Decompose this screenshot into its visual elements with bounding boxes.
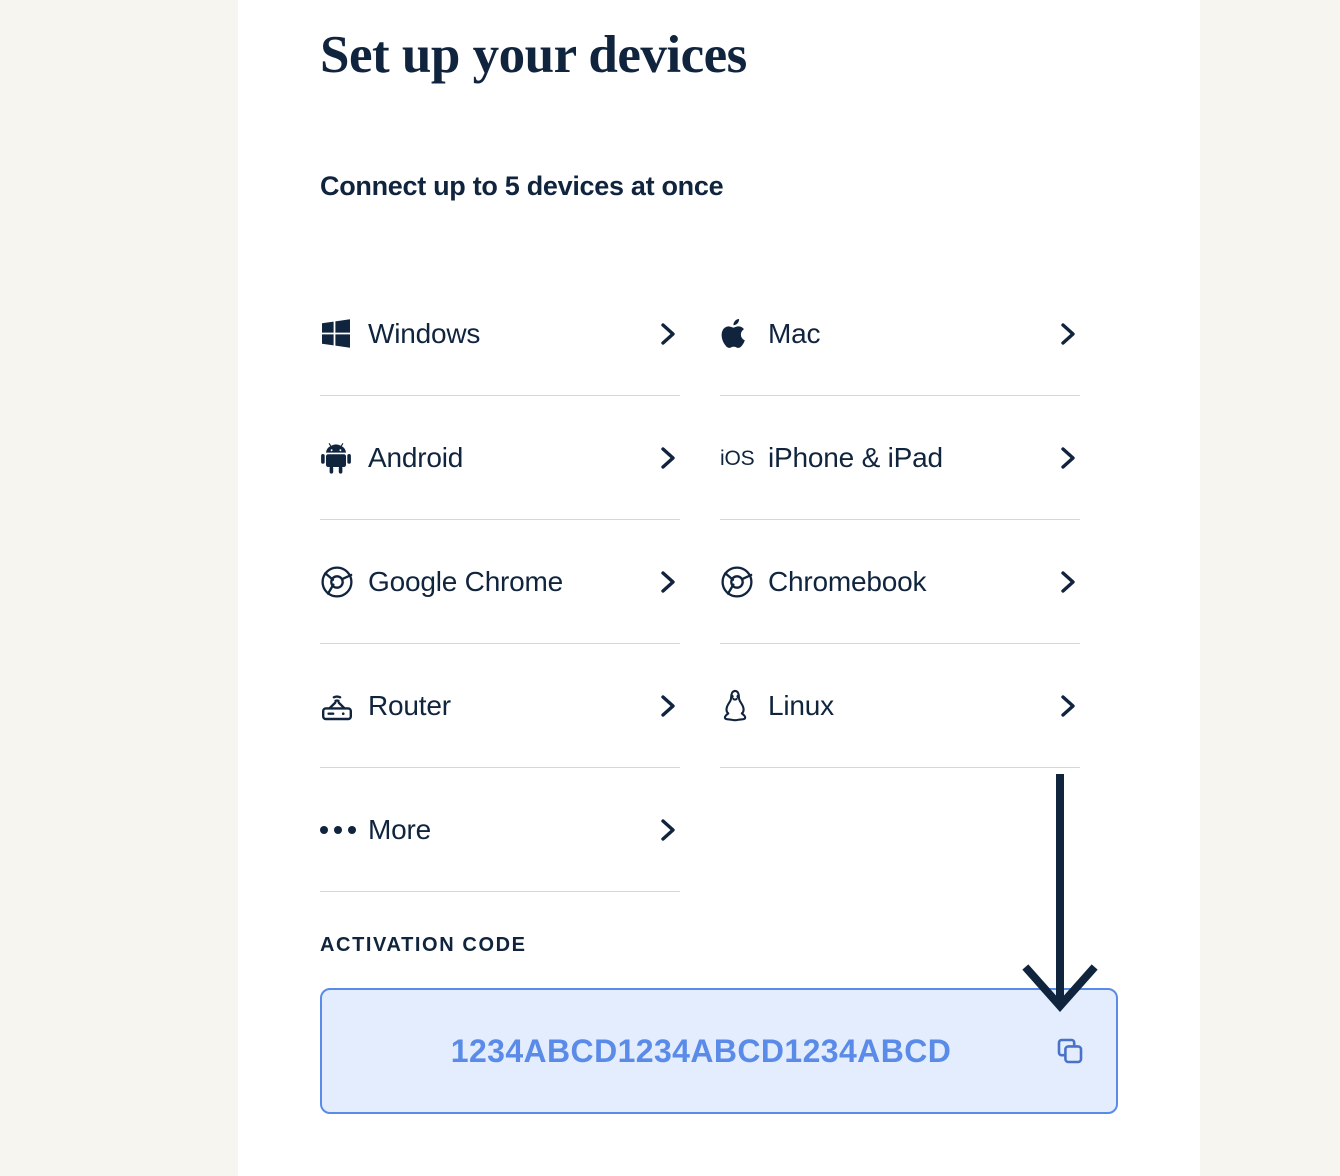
ellipsis-icon — [320, 808, 366, 852]
activation-code-label: ACTIVATION CODE — [320, 934, 527, 956]
device-label: Windows — [368, 318, 481, 349]
chrome-icon — [720, 560, 766, 604]
chevron-right-icon — [646, 318, 680, 350]
section-subtitle: Connect up to 5 devices at once — [320, 171, 724, 201]
router-icon — [320, 684, 366, 728]
chevron-right-icon — [1046, 566, 1080, 598]
chrome-icon — [320, 560, 366, 604]
chevron-right-icon — [646, 566, 680, 598]
chevron-right-icon — [1046, 690, 1080, 722]
device-row-windows[interactable]: Windows — [320, 272, 680, 396]
ios-icon-label: iOS — [720, 446, 755, 470]
windows-icon — [320, 312, 366, 356]
device-label: iPhone & iPad — [768, 442, 943, 473]
device-label: Linux — [768, 690, 834, 721]
device-row-router[interactable]: Router — [320, 644, 680, 768]
android-icon — [320, 436, 366, 480]
device-row-more[interactable]: More — [320, 768, 680, 892]
page-title: Set up your devices — [320, 26, 747, 84]
activation-code-box[interactable]: 1234ABCD1234ABCD1234ABCD — [320, 988, 1118, 1114]
device-row-mac[interactable]: Mac — [720, 272, 1080, 396]
device-label: Mac — [768, 318, 821, 349]
activation-code-value: 1234ABCD1234ABCD1234ABCD — [450, 1032, 952, 1069]
chevron-right-icon — [1046, 318, 1080, 350]
row-divider — [320, 891, 680, 892]
linux-icon — [720, 684, 766, 728]
chevron-right-icon — [646, 814, 680, 846]
row-divider — [720, 767, 1080, 768]
device-label: More — [368, 814, 431, 845]
device-row-chromebook[interactable]: Chromebook — [720, 520, 1080, 644]
device-label: Router — [368, 690, 451, 721]
content-card: Set up your devices Connect up to 5 devi… — [238, 0, 1200, 1176]
device-label: Google Chrome — [368, 566, 564, 597]
device-row-linux[interactable]: Linux — [720, 644, 1080, 768]
copy-icon — [1052, 1033, 1088, 1069]
ios-icon: iOS — [720, 436, 766, 480]
device-label: Android — [368, 442, 464, 473]
apple-icon — [720, 312, 766, 356]
device-row-iphone-ipad[interactable]: iOS iPhone & iPad — [720, 396, 1080, 520]
chevron-right-icon — [1046, 442, 1080, 474]
chevron-right-icon — [646, 442, 680, 474]
chevron-right-icon — [646, 690, 680, 722]
device-row-android[interactable]: Android — [320, 396, 680, 520]
device-label: Chromebook — [768, 566, 927, 597]
device-row-google-chrome[interactable]: Google Chrome — [320, 520, 680, 644]
copy-button[interactable] — [1024, 990, 1116, 1112]
device-grid: Windows Android Google Chrome Router Mor… — [320, 272, 1120, 892]
page-root: Set up your devices Connect up to 5 devi… — [0, 0, 1340, 1176]
